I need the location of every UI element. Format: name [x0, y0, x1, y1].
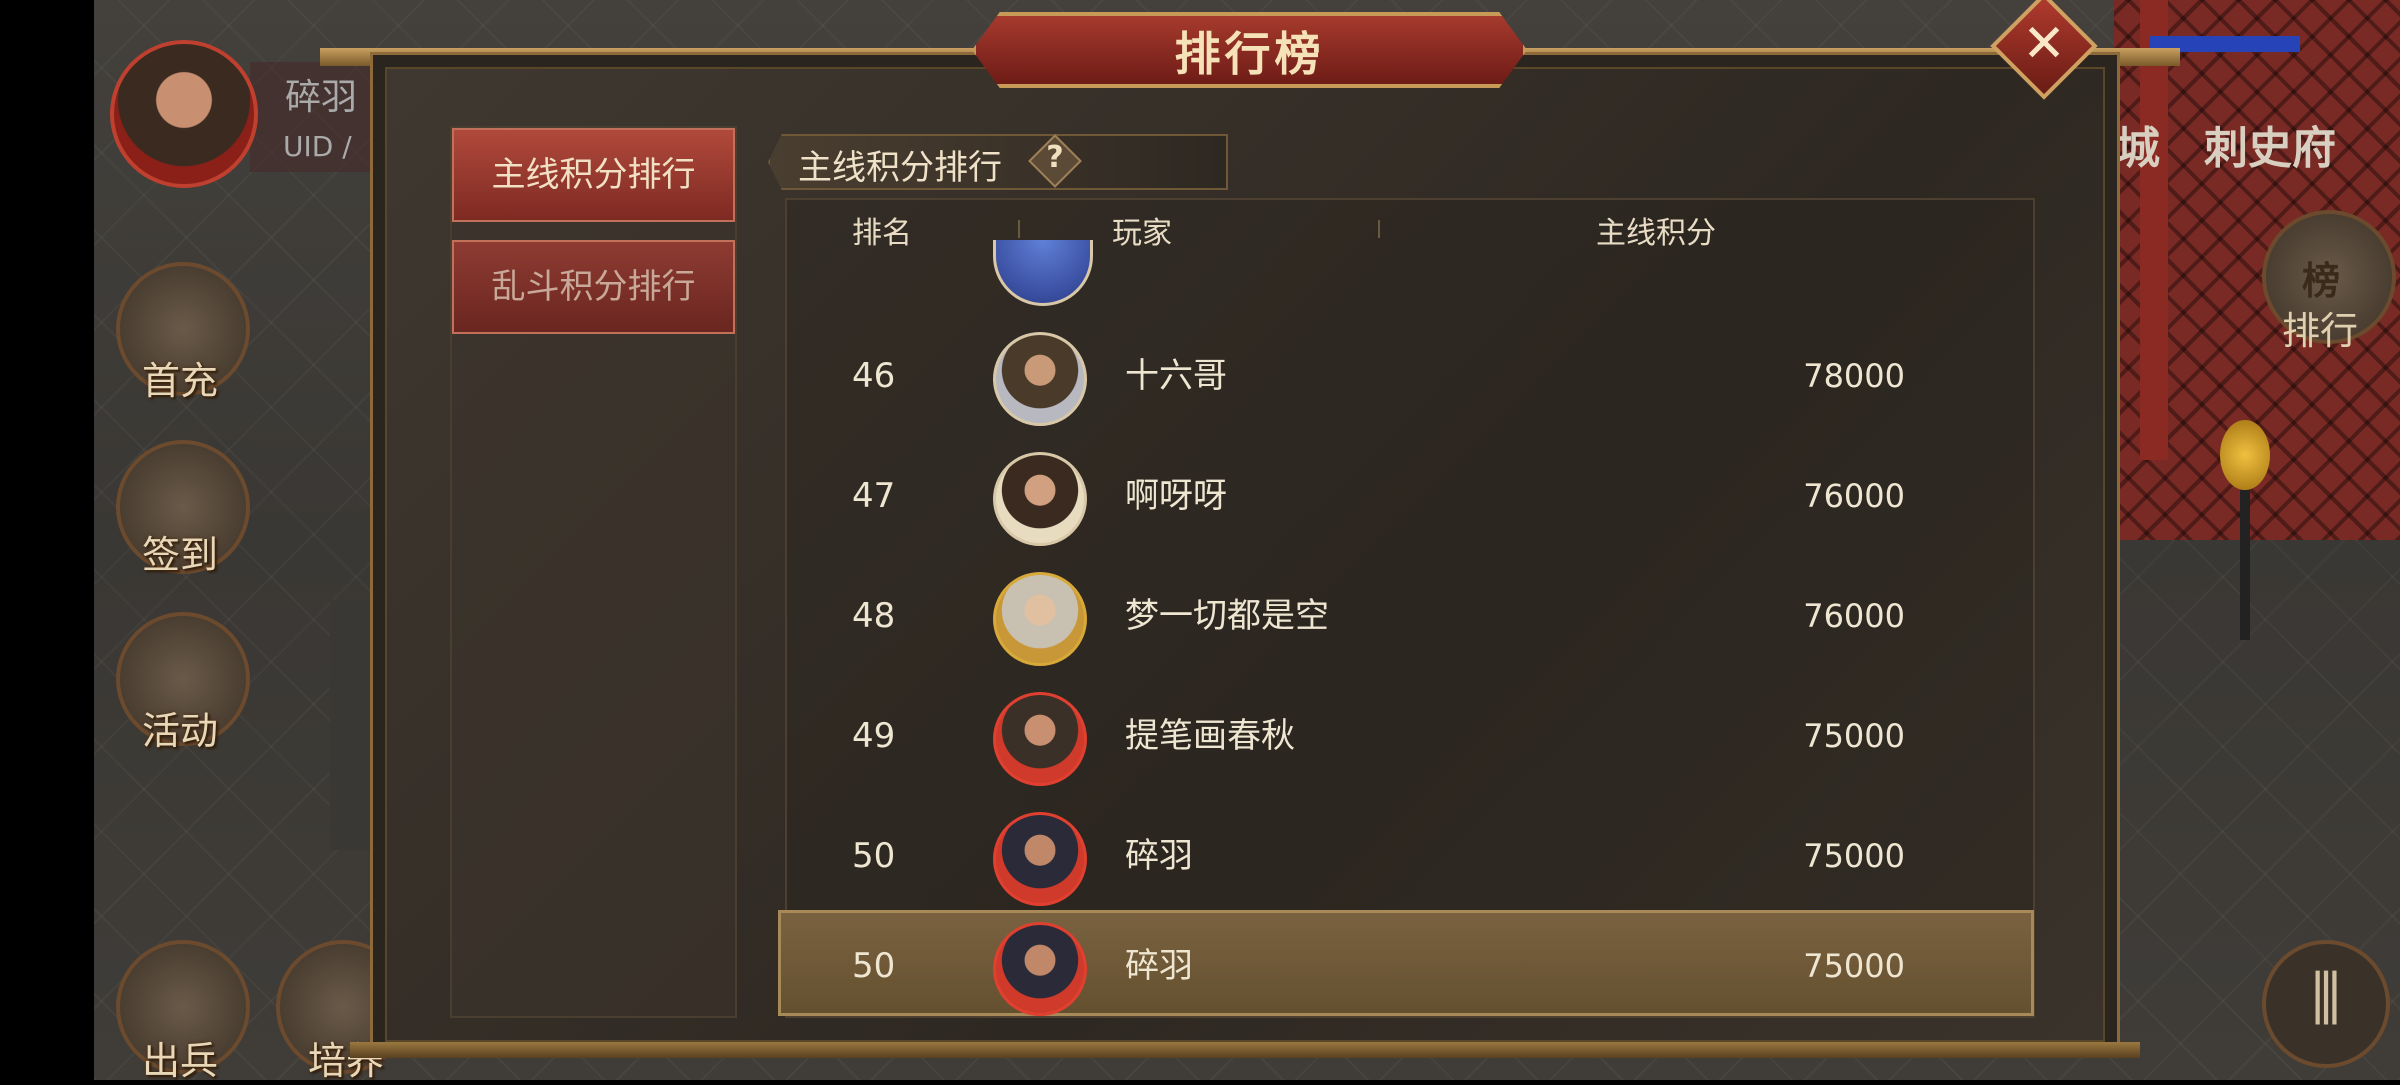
modal-title: 排行榜: [1174, 27, 1325, 81]
uid-label: UID: [283, 130, 334, 163]
column-divider: [1018, 220, 1020, 238]
my-avatar[interactable]: [993, 922, 1087, 1016]
player-avatar[interactable]: [110, 40, 258, 188]
row-rank: 47: [852, 476, 896, 516]
player-avatar[interactable]: [993, 692, 1087, 786]
town-tab[interactable]: 城: [2116, 112, 2160, 176]
table-row[interactable]: 49 提笔画春秋 75000: [785, 676, 2035, 796]
table-row[interactable]: 47 啊呀呀 76000: [785, 436, 2035, 556]
row-player-name: 啊呀呀: [1125, 476, 1227, 516]
player-name: 碎羽: [285, 77, 358, 118]
player-uid: UID /: [283, 130, 352, 163]
ranking-side-label: 排行: [2282, 309, 2359, 353]
player-avatar[interactable]: [993, 452, 1087, 546]
player-avatar[interactable]: [993, 332, 1087, 426]
row-player-name: 提笔画春秋: [1125, 716, 1295, 756]
row-score: 75000: [1803, 837, 1905, 875]
first-recharge-label: 首充: [141, 359, 218, 403]
help-icon[interactable]: ?: [1036, 140, 1074, 175]
activity-label: 活动: [141, 709, 218, 753]
row-player-name: 梦一切都是空: [1125, 596, 1329, 636]
row-score: 75000: [1803, 717, 1905, 755]
table-row[interactable]: 50 碎羽 75000: [785, 796, 2035, 916]
column-header-rank: 排名: [852, 216, 912, 251]
row-rank: 48: [852, 596, 896, 636]
column-header-player: 玩家: [1112, 216, 1172, 251]
player-avatar[interactable]: [993, 812, 1087, 906]
row-player-name: 十六哥: [1125, 356, 1227, 396]
prefecture-tab[interactable]: 刺史府: [2204, 112, 2336, 176]
row-score: 76000: [1803, 597, 1905, 635]
my-rank: 50: [852, 946, 896, 986]
row-score: 78000: [1803, 357, 1905, 395]
tab-brawl-score-ranking[interactable]: 乱斗积分排行: [452, 240, 735, 334]
column-header-score: 主线积分: [1596, 216, 1716, 251]
sign-in-label: 签到: [141, 533, 218, 577]
tab-main-score-ranking[interactable]: 主线积分排行: [452, 128, 735, 222]
dispatch-label: 出兵: [141, 1039, 218, 1083]
table-row[interactable]: 46 十六哥 78000: [785, 316, 2035, 436]
row-rank: 46: [852, 356, 896, 396]
my-score: 75000: [1803, 947, 1905, 985]
row-player-name: 碎羽: [1125, 836, 1193, 876]
lantern-icon: [2220, 420, 2270, 490]
ranking-icon: 榜: [2302, 259, 2341, 303]
menu-icon[interactable]: ⦀: [2262, 940, 2390, 1068]
my-player-name: 碎羽: [1125, 946, 1193, 986]
lamp-post: [2240, 490, 2250, 640]
red-pillar: [2140, 0, 2168, 460]
player-avatar[interactable]: [993, 572, 1087, 666]
row-rank: 50: [852, 836, 896, 876]
table-row[interactable]: 48 梦一切都是空 76000: [785, 556, 2035, 676]
modal-bottom-border: [350, 1042, 2140, 1058]
sub-header-title: 主线积分排行: [798, 148, 1002, 188]
uid-sep: /: [342, 130, 352, 163]
close-icon[interactable]: ✕: [2006, 14, 2082, 74]
row-rank: 49: [852, 716, 896, 756]
row-score: 76000: [1803, 477, 1905, 515]
column-divider: [1378, 220, 1380, 238]
scene-wall: [330, 600, 370, 850]
my-rank-row-content[interactable]: 50 碎羽 75000: [785, 906, 2035, 1026]
